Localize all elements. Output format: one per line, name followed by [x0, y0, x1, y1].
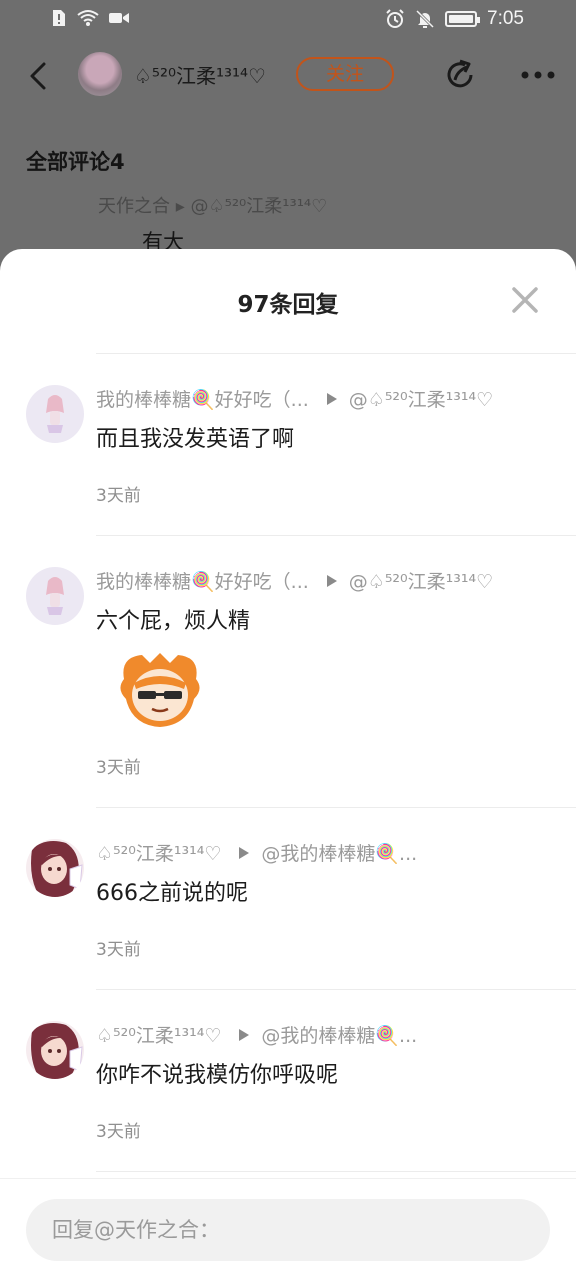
peek-comment-meta: 天作之合 ▸ @♤⁵²⁰江柔¹³¹⁴♡: [98, 196, 328, 216]
more-options-icon[interactable]: [520, 70, 556, 80]
reply-meta: ♤⁵²⁰江柔¹³¹⁴♡ @我的棒棒糖🍭...: [96, 839, 417, 866]
reply-time: 3天前: [96, 758, 141, 778]
status-time: 7:05: [487, 8, 524, 29]
battery-icon: [445, 11, 481, 27]
replies-sheet: 97条回复 我的棒棒糖🍭好好吃（... @♤⁵²⁰江柔¹³¹⁴♡ 而且我没发英语…: [0, 249, 576, 1280]
reply-target[interactable]: @♤⁵²⁰江柔¹³¹⁴♡: [349, 567, 493, 594]
avatar[interactable]: [26, 1021, 84, 1079]
reply-input[interactable]: [26, 1199, 550, 1261]
reply-text: 666之前说的呢: [96, 881, 248, 906]
reply-arrow-icon: [239, 1028, 250, 1041]
cool-face-sticker-icon[interactable]: [110, 649, 210, 729]
reply-item[interactable]: ♤⁵²⁰江柔¹³¹⁴♡ @我的棒棒糖🍭... 你咋不说我模仿你呼吸呢 3天前: [0, 1013, 576, 1171]
divider: [96, 353, 576, 354]
reply-input-bar: [0, 1178, 576, 1280]
all-comments-title: 全部评论4: [26, 150, 125, 174]
reply-item[interactable]: 我的棒棒糖🍭好好吃（... @♤⁵²⁰江柔¹³¹⁴♡ 而且我没发英语了啊 3天前: [0, 377, 576, 535]
video-icon: [109, 13, 129, 23]
divider: [96, 807, 576, 808]
sim-alert-icon: [53, 10, 65, 26]
avatar[interactable]: [26, 839, 84, 897]
reply-arrow-icon: [326, 392, 337, 405]
reply-meta: 我的棒棒糖🍭好好吃（... @♤⁵²⁰江柔¹³¹⁴♡: [96, 385, 493, 412]
reply-author[interactable]: ♤⁵²⁰江柔¹³¹⁴♡: [96, 839, 221, 866]
reply-time: 3天前: [96, 486, 141, 506]
header-user-name[interactable]: ♤⁵²⁰江柔¹³¹⁴♡: [134, 60, 266, 89]
reply-author[interactable]: 我的棒棒糖🍭好好吃（...: [96, 385, 309, 412]
alarm-icon: [386, 9, 404, 28]
reply-author[interactable]: ♤⁵²⁰江柔¹³¹⁴♡: [96, 1021, 221, 1048]
header-avatar[interactable]: [78, 52, 122, 96]
mute-bell-icon: [415, 9, 435, 29]
sheet-title: 97条回复: [237, 292, 339, 318]
divider: [96, 989, 576, 990]
share-icon[interactable]: [443, 58, 477, 92]
reply-arrow-icon: [326, 574, 337, 587]
reply-text: 你咋不说我模仿你呼吸呢: [96, 1063, 339, 1088]
reply-text: 而且我没发英语了啊: [96, 427, 295, 452]
back-arrow-icon[interactable]: [24, 60, 52, 92]
wifi-icon: [77, 10, 99, 26]
avatar[interactable]: [26, 385, 84, 443]
reply-meta: 我的棒棒糖🍭好好吃（... @♤⁵²⁰江柔¹³¹⁴♡: [96, 567, 493, 594]
reply-target[interactable]: @♤⁵²⁰江柔¹³¹⁴♡: [349, 385, 493, 412]
top-bar: ♤⁵²⁰江柔¹³¹⁴♡ 关注: [0, 48, 576, 104]
divider: [96, 1171, 576, 1172]
reply-author[interactable]: 我的棒棒糖🍭好好吃（...: [96, 567, 309, 594]
divider: [96, 535, 576, 536]
reply-item[interactable]: 我的棒棒糖🍭好好吃（... @♤⁵²⁰江柔¹³¹⁴♡ 六个屁，烦人精 3天前: [0, 559, 576, 807]
reply-time: 3天前: [96, 940, 141, 960]
reply-target[interactable]: @我的棒棒糖🍭...: [261, 1021, 417, 1048]
status-bar: 7:05: [0, 0, 576, 40]
reply-target[interactable]: @我的棒棒糖🍭...: [261, 839, 417, 866]
reply-text: 六个屁，烦人精: [96, 609, 251, 634]
avatar[interactable]: [26, 567, 84, 625]
reply-item[interactable]: ♤⁵²⁰江柔¹³¹⁴♡ @我的棒棒糖🍭... 666之前说的呢 3天前: [0, 831, 576, 989]
follow-button[interactable]: 关注: [296, 57, 394, 91]
close-icon[interactable]: [510, 285, 540, 315]
reply-arrow-icon: [239, 846, 250, 859]
reply-meta: ♤⁵²⁰江柔¹³¹⁴♡ @我的棒棒糖🍭...: [96, 1021, 417, 1048]
reply-time: 3天前: [96, 1122, 141, 1142]
